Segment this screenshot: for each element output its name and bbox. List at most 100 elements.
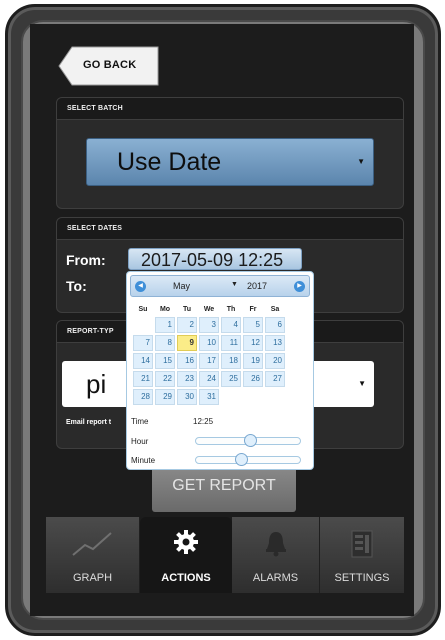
- calendar-day[interactable]: 14: [133, 353, 153, 369]
- calendar-day[interactable]: 31: [199, 389, 219, 405]
- calendar-cell: 25: [221, 371, 241, 387]
- email-report-label: Email report t: [66, 419, 112, 426]
- calendar-cell: 12: [243, 335, 263, 351]
- calendar-day[interactable]: 1: [155, 317, 175, 333]
- calendar-day[interactable]: 10: [199, 335, 219, 351]
- year-label: 2017: [247, 281, 268, 291]
- graph-icon: [71, 532, 112, 556]
- calendar-week-row: 14 15 16 17 18 19 20: [133, 353, 285, 369]
- calendar-day[interactable]: 30: [177, 389, 197, 405]
- datepicker-header: ◀ May ▼ 2017 ▶: [130, 275, 310, 297]
- hour-slider-handle[interactable]: [244, 434, 257, 447]
- calendar-cell: 10: [199, 335, 219, 351]
- calendar-cell: 22: [155, 371, 175, 387]
- calendar-cell: [265, 389, 285, 405]
- calendar-cell: 21: [133, 371, 153, 387]
- calendar-cell: 30: [177, 389, 197, 405]
- calendar-day[interactable]: 6: [265, 317, 285, 333]
- weekday-label: Th: [226, 305, 236, 313]
- calendar-cell: 6: [265, 317, 285, 333]
- go-back-button[interactable]: GO BACK: [58, 46, 160, 86]
- calendar-day[interactable]: 18: [221, 353, 241, 369]
- calendar-day[interactable]: 4: [221, 317, 241, 333]
- calendar-day[interactable]: 19: [243, 353, 263, 369]
- weekday-label: We: [203, 305, 215, 313]
- calendar-cell: 24: [199, 371, 219, 387]
- calendar-cell: 18: [221, 353, 241, 369]
- calendar-day[interactable]: 24: [199, 371, 219, 387]
- select-batch-header: SELECT BATCH: [57, 98, 403, 120]
- calendar-day[interactable]: 2: [177, 317, 197, 333]
- calendar-day[interactable]: 22: [155, 371, 175, 387]
- calendar-day[interactable]: 11: [221, 335, 241, 351]
- minute-slider-handle[interactable]: [235, 453, 248, 466]
- calendar-cell: 29: [155, 389, 175, 405]
- calendar-cell: 9: [177, 335, 197, 351]
- calendar-cell: 26: [243, 371, 263, 387]
- calendar-day[interactable]: 16: [177, 353, 197, 369]
- calendar-day[interactable]: 29: [155, 389, 175, 405]
- minute-label: Minute: [131, 456, 156, 465]
- tab-actions[interactable]: ACTIONS: [140, 517, 232, 593]
- from-label: From:: [66, 252, 106, 268]
- calendar-day[interactable]: 23: [177, 371, 197, 387]
- calendar-day[interactable]: 27: [265, 371, 285, 387]
- calendar-cell: 28: [133, 389, 153, 405]
- tab-settings[interactable]: SETTINGS: [320, 517, 404, 593]
- get-report-button[interactable]: GET REPORT: [152, 466, 296, 512]
- calendar-day[interactable]: 26: [243, 371, 263, 387]
- calendar-cell: 19: [243, 353, 263, 369]
- weekday-label: Fr: [249, 305, 257, 313]
- weekday-label: Sa: [270, 305, 280, 313]
- to-label: To:: [66, 278, 87, 294]
- calendar-week-row: 21 22 23 24 25 26 27: [133, 371, 285, 387]
- tab-alarms[interactable]: ALARMS: [232, 517, 320, 593]
- from-date-input[interactable]: 2017-05-09 12:25: [128, 248, 302, 270]
- calendar-day[interactable]: 13: [265, 335, 285, 351]
- calendar-week-row: 28 29 30 31: [133, 389, 285, 405]
- tab-alarms-label: ALARMS: [252, 572, 299, 584]
- report-type-value: pi: [86, 369, 107, 399]
- hour-slider[interactable]: [195, 434, 301, 447]
- weekday-label: Tu: [182, 305, 192, 313]
- calendar-day[interactable]: 21: [133, 371, 153, 387]
- calendar-day[interactable]: 20: [265, 353, 285, 369]
- month-select[interactable]: May: [173, 281, 190, 291]
- dropdown-arrow-icon: ▼: [357, 157, 365, 166]
- settings-panel-icon: [351, 530, 373, 558]
- tab-graph[interactable]: GRAPH: [46, 517, 140, 593]
- calendar-day[interactable]: 15: [155, 353, 175, 369]
- calendar-cell: 4: [221, 317, 241, 333]
- calendar-day[interactable]: 7: [133, 335, 153, 351]
- batch-select-dropdown[interactable]: Use Date ▼: [86, 138, 374, 186]
- calendar-cell: 7: [133, 335, 153, 351]
- minute-slider[interactable]: [195, 453, 301, 466]
- calendar-day[interactable]: 17: [199, 353, 219, 369]
- weekday-label: Mo: [159, 305, 171, 313]
- calendar-day-selected[interactable]: 9: [177, 335, 197, 351]
- time-label: Time: [131, 417, 149, 426]
- calendar-cell: 8: [155, 335, 175, 351]
- next-month-icon[interactable]: ▶: [294, 281, 305, 292]
- calendar-day[interactable]: 5: [243, 317, 263, 333]
- calendar-cell: 1: [155, 317, 175, 333]
- calendar-week-row: 123456: [133, 317, 285, 333]
- calendar-cell: 13: [265, 335, 285, 351]
- go-back-label: GO BACK: [83, 59, 137, 71]
- bottom-tab-bar: GRAPH ACTIONS ALARMS SETTINGS: [46, 517, 404, 593]
- prev-month-icon[interactable]: ◀: [135, 281, 146, 292]
- weekday-label: Su: [138, 305, 148, 313]
- calendar-cell: 15: [155, 353, 175, 369]
- calendar-day[interactable]: 3: [199, 317, 219, 333]
- calendar-day[interactable]: 28: [133, 389, 153, 405]
- calendar-week-row: 7 8 9 10 11 12 13: [133, 335, 285, 351]
- bell-icon: [265, 532, 286, 557]
- datepicker-popup: ◀ May ▼ 2017 ▶ Su Mo Tu We Th Fr Sa 1234567891…: [126, 271, 314, 470]
- calendar-day[interactable]: 12: [243, 335, 263, 351]
- calendar-cell: 23: [177, 371, 197, 387]
- weekday-header-row: Su Mo Tu We Th Fr Sa: [133, 303, 285, 315]
- calendar-cell: 31: [199, 389, 219, 405]
- calendar-day[interactable]: 25: [221, 371, 241, 387]
- calendar-day[interactable]: 8: [155, 335, 175, 351]
- hour-label: Hour: [131, 437, 149, 446]
